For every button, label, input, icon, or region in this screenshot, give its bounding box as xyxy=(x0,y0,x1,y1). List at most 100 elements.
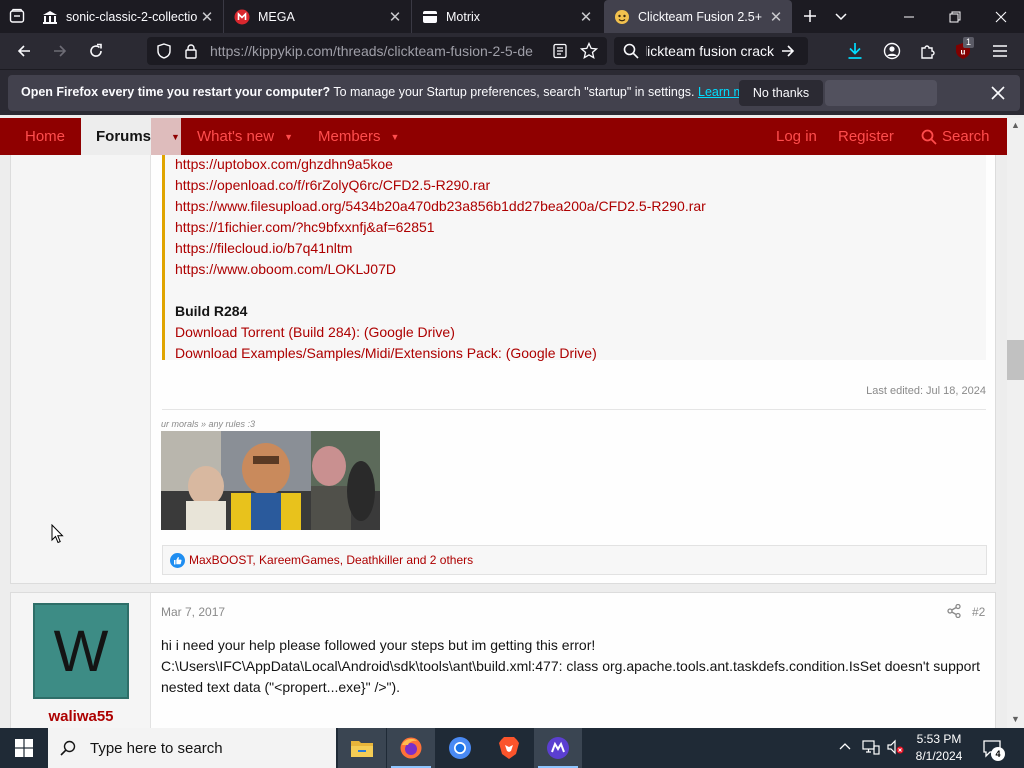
download-link[interactable]: https://1fichier.com/?hc9bfxxnfj&af=6285… xyxy=(175,219,435,235)
file-explorer-icon[interactable] xyxy=(338,728,386,768)
new-tab-icon[interactable] xyxy=(795,1,825,31)
scroll-down-icon[interactable]: ▼ xyxy=(1011,714,1020,724)
close-tab-icon[interactable]: ✕ xyxy=(385,7,405,27)
scroll-up-icon[interactable]: ▲ xyxy=(1011,120,1020,130)
notification-count-badge: 4 xyxy=(991,747,1005,761)
close-notification-icon[interactable] xyxy=(984,79,1012,107)
url-text[interactable]: https://kippykip.com/threads/clickteam-f… xyxy=(210,43,540,59)
tab-bar: sonic-classic-2-collection ✕ MEGA ✕ Motr… xyxy=(0,0,1024,33)
post-date[interactable]: Mar 7, 2017 xyxy=(161,605,225,619)
network-icon[interactable] xyxy=(862,739,880,755)
close-window-icon[interactable] xyxy=(978,0,1024,33)
chevron-down-icon[interactable]: ▼ xyxy=(171,132,180,142)
url-bar[interactable]: https://kippykip.com/threads/clickteam-f… xyxy=(147,37,607,65)
reader-view-icon[interactable] xyxy=(552,43,568,59)
url-host: https://kippykip.com xyxy=(210,43,333,59)
avatar[interactable]: W xyxy=(33,603,129,699)
thread-content: https://uptobox.com/ghzdhn9a5koe https:/… xyxy=(0,155,1007,728)
page-scrollbar[interactable]: ▲ ▼ xyxy=(1007,118,1024,728)
ublock-origin-icon[interactable]: u 1 xyxy=(948,36,978,66)
bookmark-star-icon[interactable] xyxy=(580,42,598,60)
search-icon xyxy=(623,43,639,59)
restore-icon[interactable] xyxy=(932,0,978,33)
firefox-icon[interactable] xyxy=(387,728,435,768)
share-icon[interactable] xyxy=(947,604,961,618)
tab-overview-icon[interactable] xyxy=(2,1,32,31)
account-icon[interactable] xyxy=(877,36,907,66)
list-all-tabs-icon[interactable] xyxy=(826,1,856,31)
tab-motrix[interactable]: Motrix ✕ xyxy=(412,0,602,33)
motrix-icon[interactable] xyxy=(534,728,582,768)
notification-message: Open Firefox every time you restart your… xyxy=(21,85,762,99)
chromium-icon[interactable] xyxy=(436,728,484,768)
tab-clickteam[interactable]: Clickteam Fusion 2.5+ Dev ✕ xyxy=(604,0,792,33)
signature-image xyxy=(161,431,380,530)
chevron-down-icon[interactable]: ▼ xyxy=(284,132,293,142)
download-link[interactable]: https://www.oboom.com/LOKLJ07D xyxy=(175,261,396,277)
like-icon[interactable] xyxy=(170,553,185,568)
examples-pack-link[interactable]: Download Examples/Samples/Midi/Extension… xyxy=(175,345,597,361)
build-heading: Build R284 xyxy=(175,303,248,319)
chevron-down-icon[interactable]: ▼ xyxy=(391,132,400,142)
last-edited: Last edited: Jul 18, 2024 xyxy=(866,385,986,397)
mega-icon xyxy=(234,9,250,25)
lock-icon[interactable] xyxy=(184,43,198,59)
chevron-up-icon[interactable] xyxy=(838,740,852,754)
download-link[interactable]: https://openload.co/f/r6rZolyQ6rc/CFD2.5… xyxy=(175,177,490,193)
download-link[interactable]: https://uptobox.com/ghzdhn9a5koe xyxy=(175,156,393,172)
url-path: /threads/clickteam-fusion-2-5-de xyxy=(332,43,533,59)
startup-action-button[interactable] xyxy=(825,80,937,106)
notification-panel: Open Firefox every time you restart your… xyxy=(8,75,1020,111)
museum-icon xyxy=(42,9,58,25)
close-tab-icon[interactable]: ✕ xyxy=(766,7,786,27)
back-icon[interactable] xyxy=(9,36,39,66)
post-1: https://uptobox.com/ghzdhn9a5koe https:/… xyxy=(10,155,996,584)
no-thanks-button[interactable]: No thanks xyxy=(739,80,823,106)
scrollbar-thumb[interactable] xyxy=(1007,340,1024,380)
search-icon xyxy=(60,740,76,756)
windows-start-icon[interactable] xyxy=(0,728,48,768)
volume-muted-icon[interactable] xyxy=(886,739,904,755)
nav-home[interactable]: Home xyxy=(25,118,65,155)
downloads-icon[interactable] xyxy=(840,36,870,66)
minimize-icon[interactable] xyxy=(886,0,932,33)
download-links-block: https://uptobox.com/ghzdhn9a5koe https:/… xyxy=(162,155,986,361)
download-link[interactable]: https://www.filesupload.org/5434b20a470d… xyxy=(175,198,706,214)
extensions-icon[interactable] xyxy=(913,36,943,66)
extension-badge: 1 xyxy=(963,37,975,48)
nav-search[interactable]: Search xyxy=(921,118,990,155)
tab-mega[interactable]: MEGA ✕ xyxy=(224,0,412,33)
go-arrow-icon[interactable] xyxy=(780,43,796,59)
tab-title: Clickteam Fusion 2.5+ Dev xyxy=(638,9,766,24)
nav-search-label: Search xyxy=(942,128,990,145)
system-clock[interactable]: 5:53 PM 8/1/2024 xyxy=(908,731,970,765)
nav-members[interactable]: Members ▼ xyxy=(318,118,399,155)
close-tab-icon[interactable]: ✕ xyxy=(197,7,217,27)
search-query[interactable]: clickteam fusion crack xyxy=(646,43,774,59)
nav-forums[interactable]: Forums ▼ xyxy=(81,118,181,155)
close-tab-icon[interactable]: ✕ xyxy=(576,7,596,27)
reload-icon[interactable] xyxy=(81,36,111,66)
taskbar-search-box[interactable]: Type here to search xyxy=(48,728,336,768)
brave-icon[interactable] xyxy=(485,728,533,768)
username[interactable]: waliwa55 xyxy=(11,708,151,725)
clock-time: 5:53 PM xyxy=(916,732,962,746)
reactions-bar[interactable]: MaxBOOST, KareemGames, Deathkiller and 2… xyxy=(162,545,987,575)
post-message: hi i need your help please followed your… xyxy=(161,635,986,698)
mouse-cursor-icon xyxy=(51,524,64,544)
nav-whats-new[interactable]: What's new ▼ xyxy=(197,118,293,155)
clickteam-icon xyxy=(614,9,630,25)
torrent-link[interactable]: Download Torrent (Build 284): (Google Dr… xyxy=(175,324,455,340)
action-center-icon[interactable]: 4 xyxy=(982,738,1005,761)
nav-register[interactable]: Register xyxy=(838,118,894,155)
tab-sonic[interactable]: sonic-classic-2-collection ✕ xyxy=(32,0,224,33)
search-bar[interactable]: clickteam fusion crack xyxy=(614,37,808,65)
nav-login[interactable]: Log in xyxy=(776,118,817,155)
download-link[interactable]: https://filecloud.io/b7q41nltm xyxy=(175,240,352,256)
forward-icon[interactable] xyxy=(45,36,75,66)
post-number[interactable]: #2 xyxy=(972,605,985,619)
reactions-list[interactable]: MaxBOOST, KareemGames, Deathkiller and 2… xyxy=(189,553,473,567)
shield-icon[interactable] xyxy=(156,43,172,59)
windows-taskbar: Type here to search 5:53 PM 8/1/2024 4 xyxy=(0,728,1024,768)
menu-hamburger-icon[interactable] xyxy=(985,36,1015,66)
